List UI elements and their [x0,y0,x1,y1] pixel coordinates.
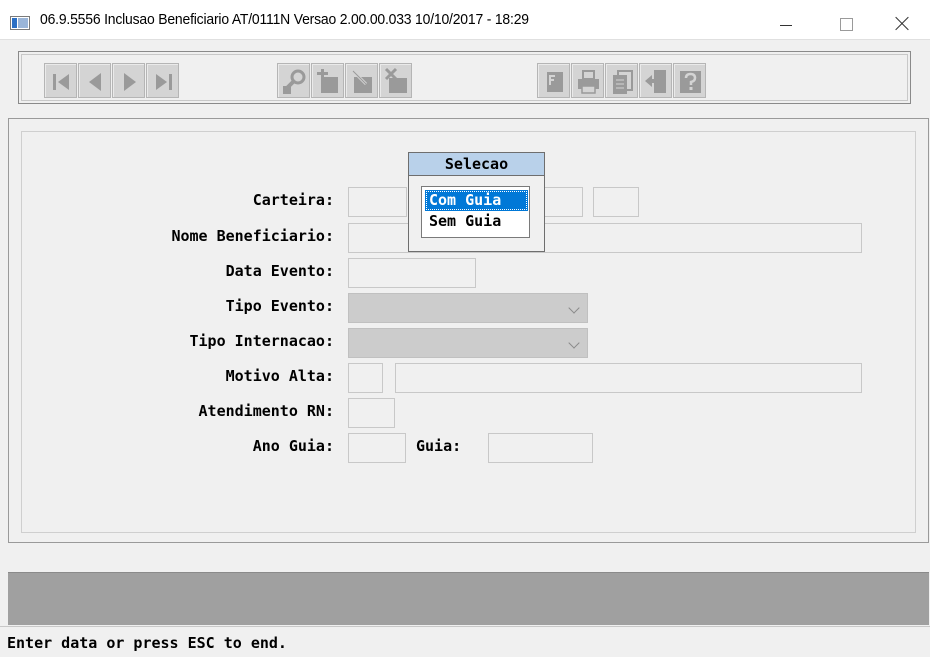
motivo-alta-description-field[interactable] [395,363,862,393]
next-record-button[interactable] [112,63,145,98]
ano-guia-field[interactable] [348,433,406,463]
carteira-field-1[interactable] [348,187,407,217]
last-record-button[interactable] [146,63,179,98]
nome-beneficiario-label: Nome Beneficiario: [171,227,334,245]
close-icon[interactable] [882,8,922,38]
title-bar: 06.9.5556 Inclusao Beneficiario AT/0111N… [0,0,930,40]
option-com-guia[interactable]: Com Guia [425,190,528,211]
guia-label: Guia: [416,437,462,455]
next-record-icon [124,73,136,91]
edit-record-icon [351,69,372,93]
help-button[interactable] [673,63,706,98]
key-search-icon [283,69,306,94]
carteira-field-4[interactable] [593,187,639,217]
ano-guia-label: Ano Guia: [252,437,334,455]
data-evento-field[interactable] [348,258,476,288]
tipo-evento-select[interactable] [348,293,588,323]
maximize-icon[interactable] [826,8,866,38]
tipo-internacao-select[interactable] [348,328,588,358]
data-evento-label: Data Evento: [225,262,334,280]
atendimento-rn-field[interactable] [348,398,395,428]
status-message: Enter data or press ESC to end. [7,634,287,652]
add-record-icon [317,69,338,93]
tipo-internacao-label: Tipo Internacao: [189,332,335,350]
copy-button[interactable] [605,63,638,98]
option-sem-guia[interactable]: Sem Guia [425,211,528,232]
printer-icon [578,70,599,94]
first-record-icon [53,74,69,90]
chevron-down-icon [568,302,580,314]
window-title: 06.9.5556 Inclusao Beneficiario AT/0111N… [40,11,529,28]
search-button[interactable] [277,63,310,98]
delete-record-icon [384,67,407,93]
carteira-label: Carteira: [252,191,334,209]
copy-icon [613,70,633,94]
last-record-icon [156,74,172,90]
delete-button[interactable] [379,63,412,98]
filter-button[interactable] [537,63,570,98]
selection-dialog: Selecao Com Guia Sem Guia [408,152,545,252]
toolbar [18,51,911,104]
motivo-alta-code-field[interactable] [348,363,383,393]
filter-icon [547,72,563,92]
print-button[interactable] [571,63,604,98]
exit-door-icon [645,70,666,93]
message-area [8,572,929,625]
tipo-evento-label: Tipo Evento: [225,297,334,315]
first-record-button[interactable] [44,63,77,98]
motivo-alta-label: Motivo Alta: [225,367,334,385]
app-window-icon[interactable] [10,16,30,30]
exit-button[interactable] [639,63,672,98]
include-button[interactable] [311,63,344,98]
edit-button[interactable] [345,63,378,98]
status-bar: Enter data or press ESC to end. [0,626,930,657]
selection-list[interactable]: Com Guia Sem Guia [421,186,530,238]
selection-dialog-title: Selecao [409,153,544,176]
help-icon [680,71,701,93]
guia-field[interactable] [488,433,593,463]
chevron-down-icon [568,337,580,349]
atendimento-rn-label: Atendimento RN: [198,402,334,420]
minimize-icon[interactable] [766,8,806,38]
previous-record-icon [89,73,101,91]
previous-record-button[interactable] [78,63,111,98]
